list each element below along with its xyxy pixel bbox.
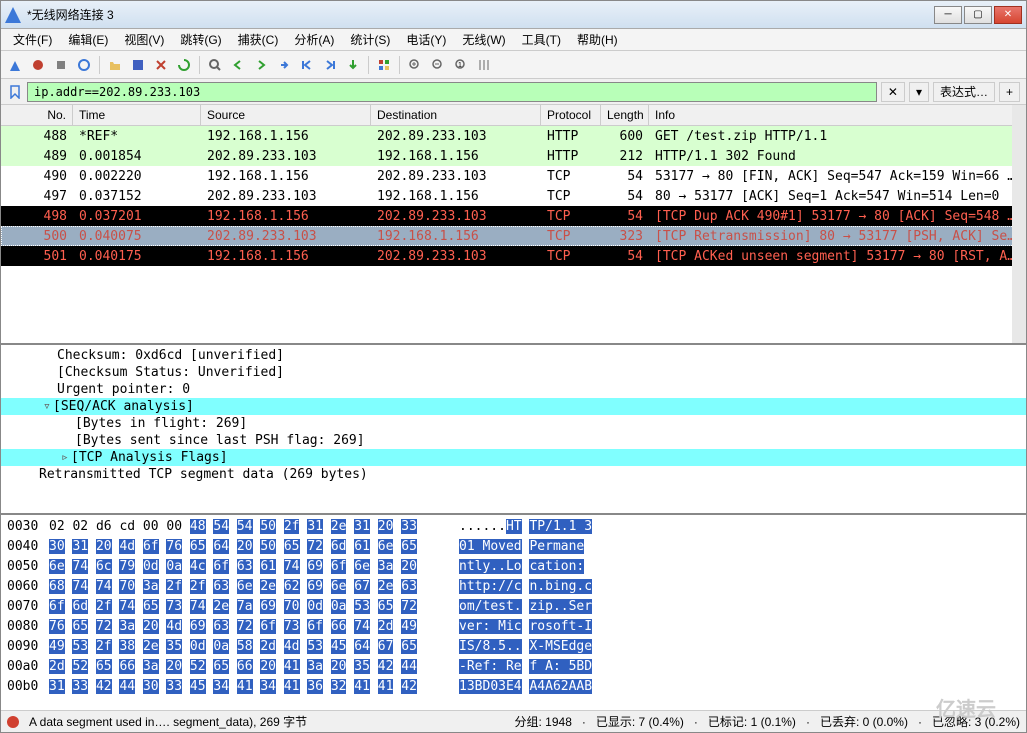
- col-header-destination[interactable]: Destination: [371, 105, 541, 125]
- hex-row[interactable]: 00506e 74 6c 79 0d 0a 4c 6f 63 61 74 69 …: [7, 557, 1020, 577]
- status-groups: 分组: 1948: [515, 713, 572, 730]
- packet-bytes-pane[interactable]: 003002 02 d6 cd 00 00 48 54 54 50 2f 31 …: [1, 515, 1026, 710]
- save-file-icon[interactable]: [128, 55, 148, 75]
- col-header-info[interactable]: Info: [649, 105, 1026, 125]
- watermark: 亿速云: [936, 693, 996, 722]
- auto-scroll-icon[interactable]: [343, 55, 363, 75]
- reload-icon[interactable]: [174, 55, 194, 75]
- col-header-length[interactable]: Length: [601, 105, 649, 125]
- col-header-time[interactable]: Time: [73, 105, 201, 125]
- vertical-scrollbar[interactable]: [1012, 105, 1026, 343]
- packet-row[interactable]: 5010.040175192.168.1.156202.89.233.103TC…: [1, 246, 1026, 266]
- zoom-out-icon[interactable]: [428, 55, 448, 75]
- stop-capture-icon[interactable]: [28, 55, 48, 75]
- detail-line[interactable]: [Bytes sent since last PSH flag: 269]: [1, 432, 1026, 449]
- packet-row[interactable]: 5000.040075202.89.233.103192.168.1.156TC…: [1, 226, 1026, 246]
- menubar: 文件(F) 编辑(E) 视图(V) 跳转(G) 捕获(C) 分析(A) 统计(S…: [1, 29, 1026, 51]
- detail-line[interactable]: Checksum: 0xd6cd [unverified]: [1, 347, 1026, 364]
- menu-capture[interactable]: 捕获(C): [230, 29, 287, 50]
- menu-telephony[interactable]: 电话(Y): [398, 29, 454, 50]
- hex-row[interactable]: 008076 65 72 3a 20 4d 69 63 72 6f 73 6f …: [7, 617, 1020, 637]
- packet-row[interactable]: 4900.002220192.168.1.156202.89.233.103TC…: [1, 166, 1026, 186]
- colorize-icon[interactable]: [374, 55, 394, 75]
- bookmark-icon[interactable]: [7, 84, 23, 100]
- apply-filter-button[interactable]: ▾: [909, 82, 929, 102]
- maximize-button[interactable]: ▢: [964, 6, 992, 24]
- status-dropped: 已丢弃: 0 (0.0%): [820, 713, 908, 730]
- packet-row[interactable]: 488*REF*192.168.1.156202.89.233.103HTTP6…: [1, 126, 1026, 146]
- find-icon[interactable]: [205, 55, 225, 75]
- menu-stats[interactable]: 统计(S): [342, 29, 398, 50]
- go-forward-icon[interactable]: [251, 55, 271, 75]
- packet-list-pane[interactable]: No. Time Source Destination Protocol Len…: [1, 105, 1026, 345]
- restart-capture-icon[interactable]: [51, 55, 71, 75]
- go-last-icon[interactable]: [320, 55, 340, 75]
- display-filter-input[interactable]: [27, 82, 877, 102]
- status-marked: 已标记: 1 (0.1%): [708, 713, 796, 730]
- status-hint: A data segment used in…. segment_data), …: [29, 713, 307, 730]
- hex-row[interactable]: 004030 31 20 4d 6f 76 65 64 20 50 65 72 …: [7, 537, 1020, 557]
- status-sep: ·: [918, 715, 922, 729]
- zoom-reset-icon[interactable]: 1: [451, 55, 471, 75]
- detail-line[interactable]: ▹[TCP Analysis Flags]: [1, 449, 1026, 466]
- filter-toolbar: ✕ ▾ 表达式… +: [1, 79, 1026, 105]
- start-capture-icon[interactable]: [5, 55, 25, 75]
- close-button[interactable]: ✕: [994, 6, 1022, 24]
- packet-row[interactable]: 4890.001854202.89.233.103192.168.1.156HT…: [1, 146, 1026, 166]
- status-sep: ·: [694, 715, 698, 729]
- detail-line[interactable]: Urgent pointer: 0: [1, 381, 1026, 398]
- status-sep: ·: [582, 715, 586, 729]
- go-to-packet-icon[interactable]: [274, 55, 294, 75]
- hex-row[interactable]: 00b031 33 42 44 30 33 45 34 41 34 41 36 …: [7, 677, 1020, 697]
- hex-row[interactable]: 006068 74 74 70 3a 2f 2f 63 6e 2e 62 69 …: [7, 577, 1020, 597]
- clear-filter-button[interactable]: ✕: [881, 82, 905, 102]
- hex-row[interactable]: 00706f 6d 2f 74 65 73 74 2e 7a 69 70 0d …: [7, 597, 1020, 617]
- hex-row[interactable]: 003002 02 d6 cd 00 00 48 54 54 50 2f 31 …: [7, 517, 1020, 537]
- menu-analyze[interactable]: 分析(A): [286, 29, 342, 50]
- packet-list-header: No. Time Source Destination Protocol Len…: [1, 105, 1026, 126]
- detail-line[interactable]: [Checksum Status: Unverified]: [1, 364, 1026, 381]
- col-header-protocol[interactable]: Protocol: [541, 105, 601, 125]
- app-window: *无线网络连接 3 ─ ▢ ✕ 文件(F) 编辑(E) 视图(V) 跳转(G) …: [0, 0, 1027, 733]
- hex-row[interactable]: 009049 53 2f 38 2e 35 0d 0a 58 2d 4d 53 …: [7, 637, 1020, 657]
- col-header-no[interactable]: No.: [1, 105, 73, 125]
- packet-row[interactable]: 4980.037201192.168.1.156202.89.233.103TC…: [1, 206, 1026, 226]
- close-file-icon[interactable]: [151, 55, 171, 75]
- status-shown: 已显示: 7 (0.4%): [596, 713, 684, 730]
- toolbar: 1: [1, 51, 1026, 79]
- detail-line[interactable]: [Bytes in flight: 269]: [1, 415, 1026, 432]
- minimize-button[interactable]: ─: [934, 6, 962, 24]
- detail-line[interactable]: ▿[SEQ/ACK analysis]: [1, 398, 1026, 415]
- go-back-icon[interactable]: [228, 55, 248, 75]
- col-header-source[interactable]: Source: [201, 105, 371, 125]
- menu-file[interactable]: 文件(F): [5, 29, 60, 50]
- menu-go[interactable]: 跳转(G): [172, 29, 229, 50]
- titlebar: *无线网络连接 3 ─ ▢ ✕: [1, 1, 1026, 29]
- menu-tools[interactable]: 工具(T): [514, 29, 569, 50]
- expression-button[interactable]: 表达式…: [933, 82, 995, 102]
- window-title: *无线网络连接 3: [27, 6, 934, 23]
- open-file-icon[interactable]: [105, 55, 125, 75]
- expert-info-icon[interactable]: [7, 716, 19, 728]
- menu-edit[interactable]: 编辑(E): [60, 29, 116, 50]
- packet-row[interactable]: 4970.037152202.89.233.103192.168.1.156TC…: [1, 186, 1026, 206]
- statusbar: A data segment used in…. segment_data), …: [1, 710, 1026, 732]
- resize-columns-icon[interactable]: [474, 55, 494, 75]
- menu-view[interactable]: 视图(V): [116, 29, 172, 50]
- add-filter-button[interactable]: +: [999, 82, 1020, 102]
- menu-wireless[interactable]: 无线(W): [454, 29, 513, 50]
- zoom-in-icon[interactable]: [405, 55, 425, 75]
- menu-help[interactable]: 帮助(H): [569, 29, 626, 50]
- go-first-icon[interactable]: [297, 55, 317, 75]
- status-sep: ·: [806, 715, 810, 729]
- svg-text:1: 1: [458, 62, 462, 69]
- hex-row[interactable]: 00a02d 52 65 66 3a 20 52 65 66 20 41 3a …: [7, 657, 1020, 677]
- capture-options-icon[interactable]: [74, 55, 94, 75]
- packet-details-pane[interactable]: Checksum: 0xd6cd [unverified][Checksum S…: [1, 345, 1026, 515]
- app-icon: [5, 7, 21, 23]
- detail-line[interactable]: Retransmitted TCP segment data (269 byte…: [1, 466, 1026, 483]
